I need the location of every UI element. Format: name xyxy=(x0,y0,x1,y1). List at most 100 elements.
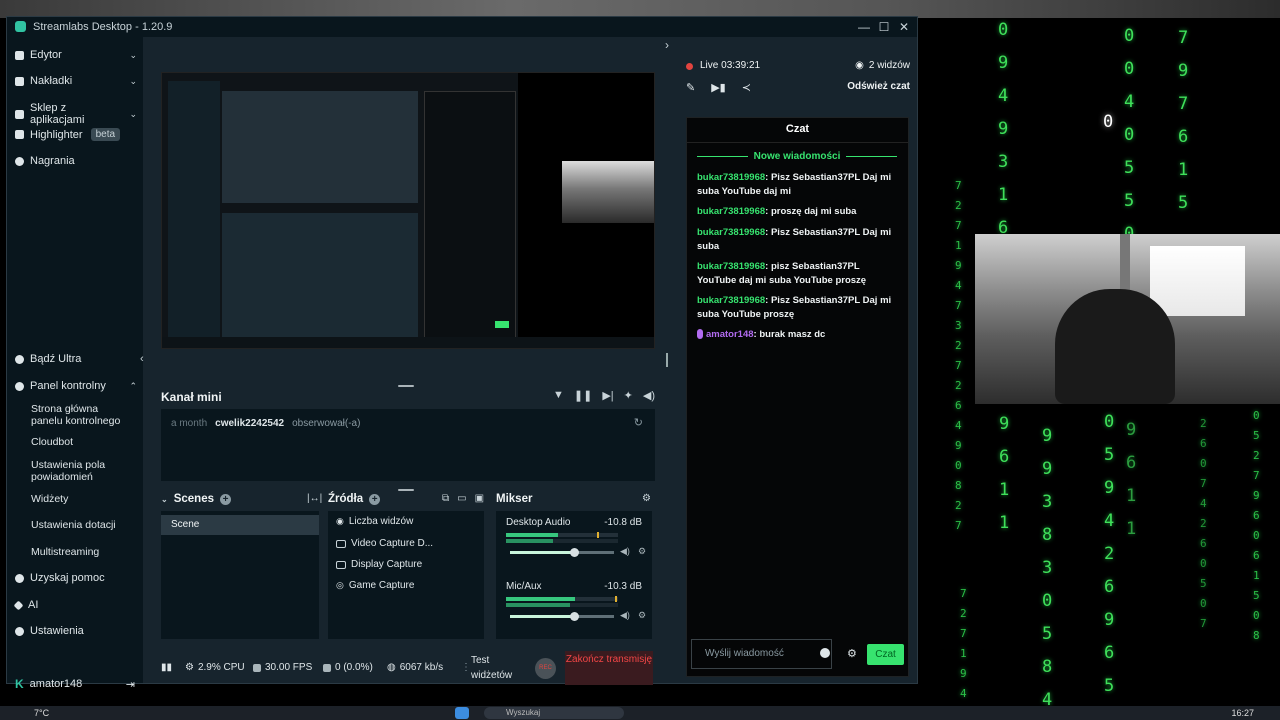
sidebar-item-editor[interactable]: Edytor ⌄ xyxy=(15,49,137,61)
scene-item[interactable]: Scene xyxy=(161,515,319,535)
logout-icon[interactable]: ⇥ xyxy=(126,678,135,691)
chat-settings-icon[interactable]: ⚙ xyxy=(847,647,857,660)
add-source-button[interactable]: + xyxy=(369,493,381,505)
sidebar-item-ai[interactable]: AI xyxy=(13,599,137,611)
end-stream-button[interactable]: Zakończ transmisję xyxy=(565,651,653,685)
kick-logo-icon: K xyxy=(15,677,24,691)
volume-slider[interactable] xyxy=(510,612,614,621)
preview-webcam xyxy=(562,161,654,223)
chat-divider xyxy=(687,142,908,143)
chat-send-button[interactable]: Czat xyxy=(867,644,904,665)
sidebar-item-dashboard[interactable]: Panel kontrolny ⌃ xyxy=(15,380,137,392)
preview-scrollbar[interactable] xyxy=(666,353,668,367)
mini-feed-list: a month cwelik2242542 obserwował(-a) ↻ xyxy=(161,409,655,481)
volume-slider-knob[interactable] xyxy=(570,612,580,621)
source-group-icon[interactable]: ⧉ xyxy=(442,493,449,504)
scene-transitions-icon[interactable]: |↔| xyxy=(307,493,322,504)
maximize-button[interactable]: ☐ xyxy=(876,19,892,35)
taskbar-clock[interactable]: 16:27 xyxy=(1231,708,1254,718)
volume-icon[interactable]: ◀) xyxy=(643,389,655,402)
viewer-count[interactable]: ◉ 2 widzów xyxy=(855,60,910,71)
matrix-column-small: 26074260507 xyxy=(1200,417,1207,630)
sidebar-sub-cloudbot[interactable]: Cloudbot xyxy=(31,436,131,448)
chat-username[interactable]: bukar73819968 xyxy=(697,172,765,183)
chat-message: bukar73819968: proszę daj mi suba xyxy=(697,206,857,217)
resize-handle[interactable] xyxy=(398,489,414,491)
taskbar-search[interactable]: Wyszukaj xyxy=(484,707,624,719)
record-button[interactable]: REC xyxy=(535,658,556,679)
chat-username[interactable]: bukar73819968 xyxy=(697,295,765,306)
source-item[interactable]: Video Capture D... xyxy=(336,538,433,549)
collapse-icon[interactable]: ⌄ xyxy=(161,495,168,504)
matrix-column: 0949316 xyxy=(998,20,1009,238)
matrix-column: 993830584 xyxy=(1042,426,1053,710)
mini-feed-event: a month cwelik2242542 obserwował(-a) xyxy=(171,418,361,429)
gear-icon[interactable]: ⚙ xyxy=(638,610,646,621)
chat-message: bukar73819968: Pisz Sebastian37PL Daj mi… xyxy=(697,227,892,252)
title-bar: Streamlabs Desktop - 1.20.9 — ☐ ✕ xyxy=(7,17,917,37)
filter-icon[interactable]: ▼ xyxy=(553,389,564,402)
globe-icon: ◍ xyxy=(387,662,396,673)
expand-panel-icon[interactable]: › xyxy=(665,38,669,52)
mixer-panel: Desktop Audio -10.8 dB ◀) ⚙ Mic/Aux -10.… xyxy=(496,511,652,639)
audio-meter-fill xyxy=(506,603,570,607)
footer-divider: ⋮ xyxy=(461,662,471,673)
share-icon[interactable]: ≺ xyxy=(742,81,751,94)
volume-slider-knob[interactable] xyxy=(570,548,580,557)
repeat-alert-icon[interactable]: ↻ xyxy=(634,416,643,429)
sources-list: ◉ Liczba widzów Video Capture D... Displ… xyxy=(328,511,484,639)
sidebar-item-recordings[interactable]: Nagrania xyxy=(15,155,137,167)
new-messages-divider: Nowe wiadomości xyxy=(697,151,897,162)
sidebar-item-app-store[interactable]: Sklep z aplikacjami ⌄ xyxy=(15,102,137,126)
editor-icon xyxy=(15,50,24,60)
matrix-column: 059426965 xyxy=(1104,412,1115,696)
sidebar-sub-dashboard-home[interactable]: Strona główna panelu kontrolnego xyxy=(31,403,131,427)
taskbar-weather[interactable]: 7°C xyxy=(34,708,49,718)
mini-feed: Kanał mini ▼ ❚❚ ▶| ✦ ◀) a month cwelik22… xyxy=(161,385,655,481)
refresh-chat-button[interactable]: Odśwież czat xyxy=(847,81,910,92)
close-button[interactable]: ✕ xyxy=(896,19,912,35)
folder-icon[interactable]: ▭ xyxy=(457,493,466,504)
chat-panel: Czat Nowe wiadomości bukar73819968: Pisz… xyxy=(686,117,909,677)
sidebar-sub-donations[interactable]: Ustawienia dotacji xyxy=(31,519,131,531)
gear-icon[interactable]: ⚙ xyxy=(638,546,646,557)
mic-badge-icon xyxy=(697,329,703,340)
edit-icon[interactable]: ✎ xyxy=(686,81,695,94)
add-scene-button[interactable]: + xyxy=(219,493,231,505)
speaker-icon[interactable]: ◀) xyxy=(620,610,630,621)
sidebar-sub-alertbox[interactable]: Ustawienia pola powiadomień xyxy=(31,459,131,483)
performance-icon[interactable]: ▮▮ xyxy=(161,662,172,673)
skip-icon[interactable]: ▶| xyxy=(602,389,613,402)
stream-preview[interactable] xyxy=(161,72,655,349)
pause-icon[interactable]: ❚❚ xyxy=(574,389,592,402)
source-item[interactable]: ◎ Game Capture xyxy=(336,580,414,591)
video-icon[interactable]: ▶▮ xyxy=(711,81,726,94)
source-item[interactable]: Display Capture xyxy=(336,559,422,570)
sidebar-item-ultra[interactable]: Bądź Ultra xyxy=(15,353,137,365)
volume-slider[interactable] xyxy=(510,548,614,557)
sidebar-item-highlighter[interactable]: Highlighter beta xyxy=(15,128,137,141)
user-account[interactable]: K amator148 ⇥ xyxy=(15,677,135,691)
minimize-button[interactable]: — xyxy=(856,19,872,35)
mixer-settings-icon[interactable]: ⚙ xyxy=(642,493,651,504)
sources-tools: ⧉ ▭ ▣ xyxy=(442,493,484,504)
chat-username[interactable]: amator148 xyxy=(706,329,754,340)
sidebar-sub-widgets[interactable]: Widżety xyxy=(31,493,131,505)
start-icon[interactable] xyxy=(455,707,469,719)
source-item[interactable]: ◉ Liczba widzów xyxy=(336,516,413,527)
chat-message-input[interactable]: Wyślij wiadomość xyxy=(691,639,832,669)
chat-username[interactable]: bukar73819968 xyxy=(697,206,765,217)
sidebar-item-overlays[interactable]: Nakładki ⌄ xyxy=(15,75,137,87)
sidebar-item-help[interactable]: Uzyskaj pomoc xyxy=(15,572,137,584)
chat-username[interactable]: bukar73819968 xyxy=(697,227,765,238)
speaker-icon[interactable]: ◀) xyxy=(620,546,630,557)
emoji-icon[interactable] xyxy=(820,648,830,658)
add-folder-icon[interactable]: ▣ xyxy=(475,493,484,504)
test-widgets-button[interactable]: Test widżetów xyxy=(471,653,519,683)
collapse-sidebar-icon[interactable]: ‹ xyxy=(140,353,144,365)
sidebar-sub-multistream[interactable]: Multistreaming xyxy=(31,546,131,558)
mute-alerts-icon[interactable]: ✦ xyxy=(624,389,633,402)
sidebar-item-settings[interactable]: Ustawienia xyxy=(15,625,137,637)
mixer-channel-db: -10.8 dB xyxy=(604,517,642,528)
chat-username[interactable]: bukar73819968 xyxy=(697,261,765,272)
